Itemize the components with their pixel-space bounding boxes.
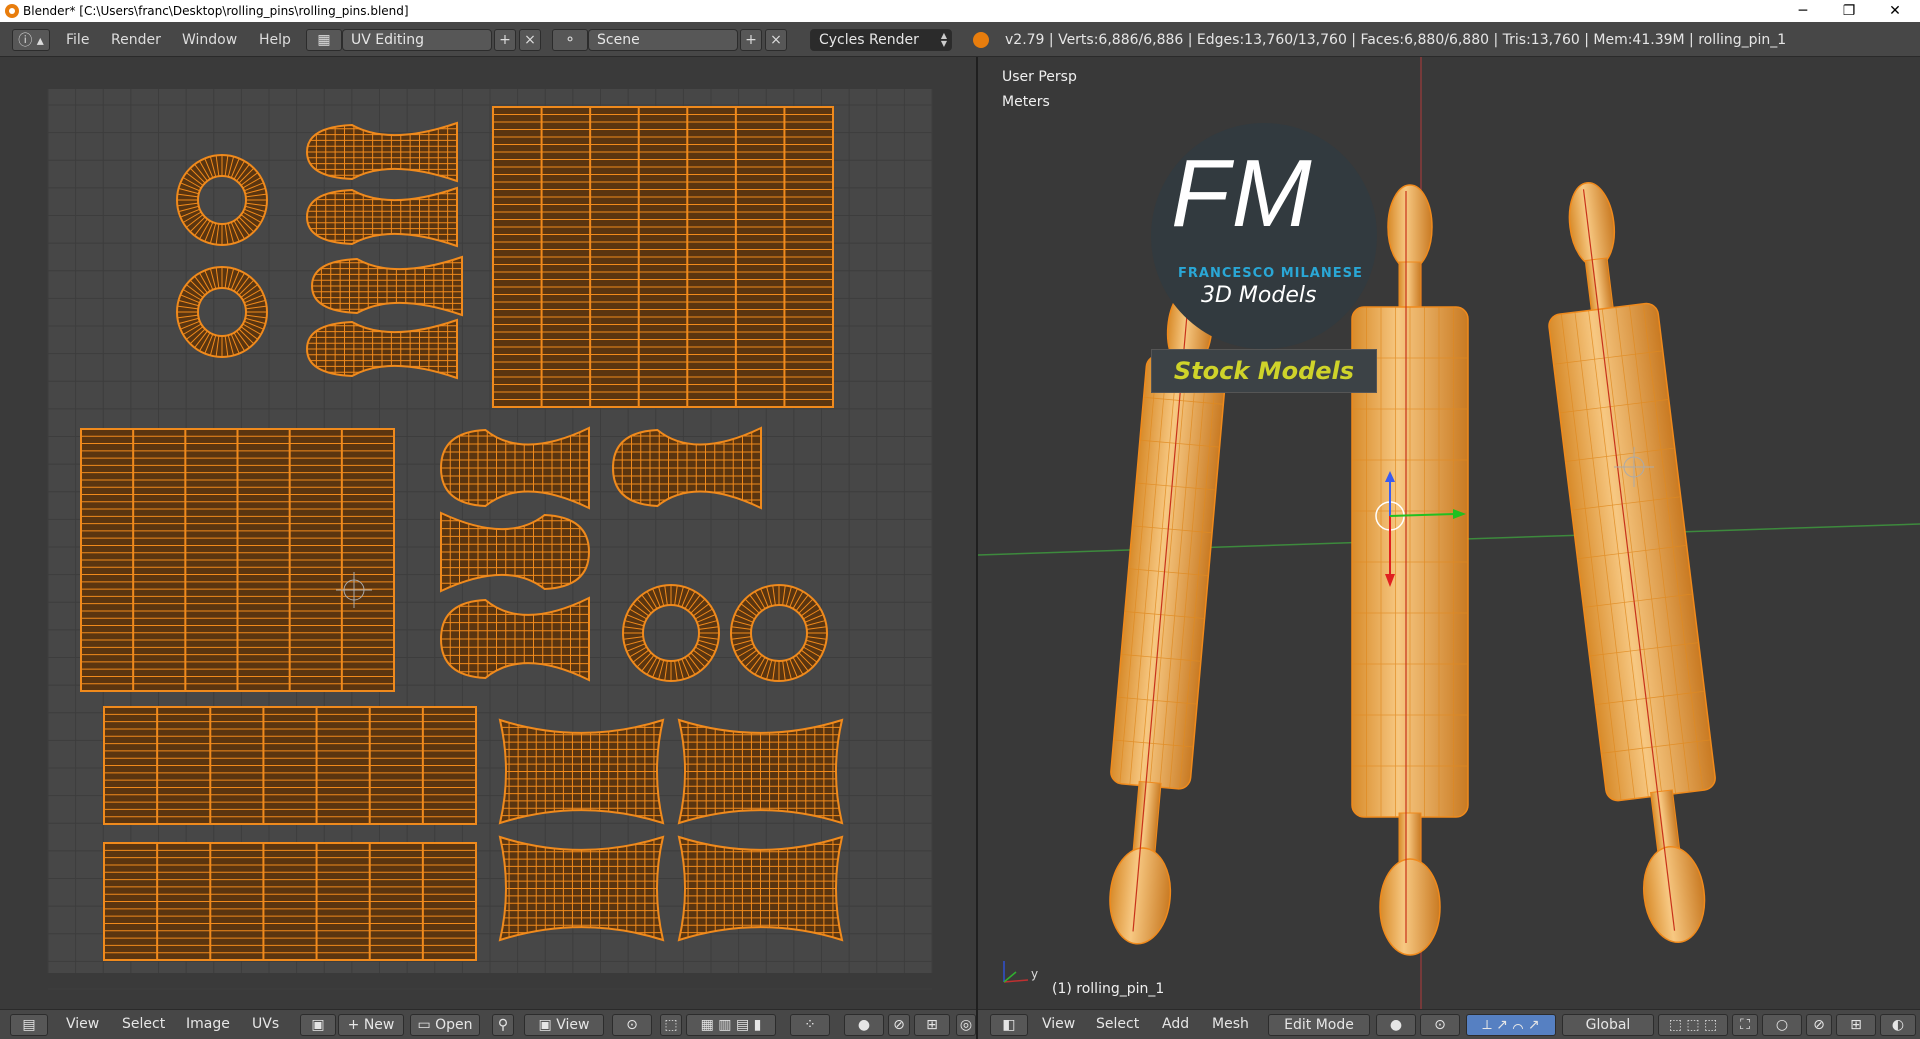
interaction-mode-dropdown[interactable]: Edit Mode (1268, 1014, 1370, 1036)
blender-logo-icon (973, 32, 989, 48)
new-image-button[interactable]: + New (338, 1014, 404, 1036)
uv-island-bowtie (677, 718, 844, 825)
scene-label: Scene (597, 32, 640, 48)
close-window-button[interactable]: ✕ (1872, 0, 1918, 22)
logo-name: FRANCESCO MILANESE (1178, 266, 1363, 281)
uv-menu-view[interactable]: View (66, 1016, 99, 1032)
info-icon[interactable]: ⓘ ▴ (12, 29, 50, 51)
snap-target-icon[interactable]: ⊞ (1836, 1014, 1876, 1036)
menu-help[interactable]: Help (259, 32, 291, 48)
uv-island-rect (80, 428, 395, 692)
uv-view-dropdown[interactable]: ▣ View (524, 1014, 604, 1036)
add-icon[interactable]: + (494, 29, 516, 51)
proportional-edit-icon[interactable]: ○ (1762, 1014, 1802, 1036)
minimize-button[interactable]: ─ (1780, 0, 1826, 22)
sync-select-icon[interactable]: ⬚ (660, 1014, 682, 1036)
info-header: ⓘ ▴ File Render Window Help ▦ UV Editing… (0, 22, 1920, 57)
units-label: Meters (1002, 94, 1050, 110)
mode-label: Edit Mode (1284, 1017, 1354, 1033)
menu-render[interactable]: Render (111, 32, 161, 48)
uv-menu-image[interactable]: Image (186, 1016, 230, 1032)
shading-icon[interactable]: ● (1376, 1014, 1416, 1036)
menu-file[interactable]: File (66, 32, 89, 48)
title-bar: Blender* [C:\Users\franc\Desktop\rolling… (0, 0, 1920, 22)
uv-island-bowtie (498, 835, 665, 942)
render-engine-dropdown[interactable]: Cycles Render ▲ ▼ (810, 29, 952, 51)
close-icon[interactable]: × (519, 29, 541, 51)
scene-statistics: v2.79 | Verts:6,886/6,886 | Edges:13,760… (1005, 32, 1787, 48)
pivot-icon[interactable]: ⊙ (612, 1014, 652, 1036)
editor-type-icon[interactable]: ▤ (10, 1014, 48, 1036)
render-engine-label: Cycles Render (819, 32, 919, 48)
uv-select-mode-icons[interactable]: ▦ ▥ ▤ ▮ (686, 1014, 776, 1036)
orientation-label: Global (1585, 1017, 1631, 1033)
sticky-select-icon[interactable]: ⁘ (790, 1014, 830, 1036)
open-image-button[interactable]: ▭ Open (410, 1014, 480, 1036)
v3d-menu-select[interactable]: Select (1096, 1016, 1139, 1032)
view-perspective-label: User Persp (1002, 69, 1077, 85)
viewport-editor-type-icon[interactable]: ◧ (990, 1014, 1028, 1036)
active-object-label: (1) rolling_pin_1 (1052, 981, 1165, 997)
uv-island-rect (103, 706, 477, 825)
stock-models-banner: Stock Models (1151, 349, 1377, 393)
screen-layout-label: UV Editing (351, 32, 425, 48)
uv-menu-select[interactable]: Select (122, 1016, 165, 1032)
screen-layout-dropdown[interactable]: UV Editing (342, 29, 492, 51)
uv-island-rect (492, 106, 834, 408)
manipulator-icon[interactable]: ⟂ ↗ ⌒ ↗ (1466, 1014, 1556, 1036)
uv-canvas[interactable] (0, 57, 976, 1009)
rolling-pin (1351, 184, 1469, 956)
viewport-canvas[interactable]: y (978, 57, 1920, 1009)
render-preview-icon[interactable]: ◐ (1880, 1014, 1916, 1036)
uv-island-rect (103, 842, 477, 961)
menu-window[interactable]: Window (182, 32, 237, 48)
uv-channel-icon[interactable]: ◎ (956, 1014, 976, 1036)
v3d-menu-mesh[interactable]: Mesh (1212, 1016, 1249, 1032)
fm-logo: FM FRANCESCO MILANESE 3D Models (1151, 123, 1377, 349)
delete-scene-icon[interactable]: × (765, 29, 787, 51)
scene-icon[interactable]: ⚬ (552, 29, 588, 51)
snap-toggle-icon[interactable]: ⊘ (1806, 1014, 1832, 1036)
occlude-icon[interactable]: ⛶ (1732, 1014, 1758, 1036)
snap-element-icon[interactable]: ⊞ (914, 1014, 950, 1036)
layout-icon[interactable]: ▦ (306, 29, 342, 51)
uv-island-bowtie (677, 835, 844, 942)
3d-viewport[interactable]: y User Persp Meters (1) rolling_pin_1 FM… (978, 57, 1920, 1009)
uv-editor-header: ▤ View Select Image UVs ▣ + New ▭ Open ⚲… (0, 1009, 976, 1039)
proportional-icon[interactable]: ● (844, 1014, 884, 1036)
banner-text: Stock Models (1173, 357, 1355, 385)
mesh-select-icon[interactable]: ⬚ ⬚ ⬚ (1658, 1014, 1728, 1036)
pivot-point-icon[interactable]: ⊙ (1420, 1014, 1460, 1036)
image-browse-icon[interactable]: ▣ (300, 1014, 336, 1036)
orientation-dropdown[interactable]: Global (1562, 1014, 1654, 1036)
view-label: View (556, 1017, 590, 1033)
logo-letters: FM (1171, 140, 1314, 247)
axis-widget: y (1003, 961, 1038, 983)
blender-app-icon (5, 4, 19, 18)
open-label: Open (435, 1017, 473, 1033)
pin-icon[interactable]: ⚲ (492, 1014, 514, 1036)
3d-view-header: ◧ View Select Add Mesh Edit Mode ● ⊙ ⟂ ↗… (978, 1009, 1920, 1039)
scene-dropdown[interactable]: Scene (588, 29, 738, 51)
v3d-menu-view[interactable]: View (1042, 1016, 1075, 1032)
rolling-pin (1548, 181, 1716, 944)
uv-image-editor[interactable] (0, 57, 976, 1009)
v3d-menu-add[interactable]: Add (1162, 1016, 1189, 1032)
restore-button[interactable]: ❐ (1826, 0, 1872, 22)
add-scene-icon[interactable]: + (740, 29, 762, 51)
new-label: New (363, 1017, 395, 1033)
snap-icon[interactable]: ⊘ (888, 1014, 910, 1036)
axis-y-label: y (1031, 967, 1038, 981)
window-title: Blender* [C:\Users\franc\Desktop\rolling… (23, 4, 409, 18)
uv-island-bowtie (498, 718, 665, 825)
uv-menu-uvs[interactable]: UVs (252, 1016, 279, 1032)
logo-tagline: 3D Models (1201, 283, 1317, 308)
